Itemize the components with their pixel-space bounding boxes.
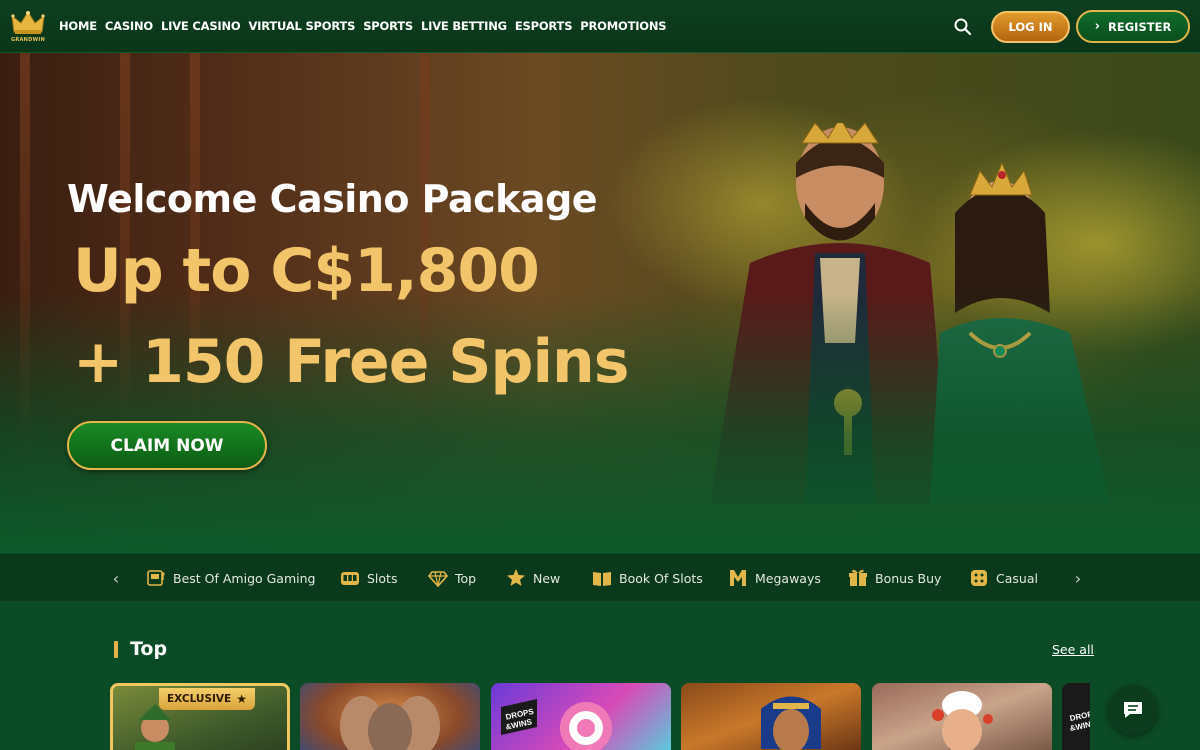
chevron-right-icon: › <box>1094 19 1101 34</box>
nav-item-sports[interactable]: SPORTS <box>363 19 413 33</box>
nav-item-virtual-sports[interactable]: VIRTUAL SPORTS <box>248 19 355 33</box>
slots-icon <box>341 572 359 585</box>
main-nav: HOME CASINO LIVE CASINO VIRTUAL SPORTS S… <box>59 19 674 33</box>
top-header: GRANDWIN HOME CASINO LIVE CASINO VIRTUAL… <box>0 0 1200 53</box>
category-bar: ‹ Best Of Amigo Gaming Slots Top New Boo… <box>0 553 1200 602</box>
nav-item-esports[interactable]: ESPORTS <box>515 19 573 33</box>
category-label: Best Of Amigo Gaming <box>173 570 316 586</box>
logo-text: GRANDWIN <box>10 36 46 43</box>
chevron-right-icon[interactable]: › <box>1069 569 1087 588</box>
category-casual[interactable]: Casual <box>969 567 1038 589</box>
section-accent-bar <box>114 641 118 658</box>
category-slots[interactable]: Slots <box>340 567 397 589</box>
game-tiles-row: EXCLUSIVE ★ DROPS &WINS DROPS &WINS <box>110 683 1090 750</box>
megaways-icon <box>730 570 746 586</box>
dice-icon <box>971 570 987 586</box>
category-bonus-buy[interactable]: Bonus Buy <box>848 567 941 589</box>
game-artwork <box>340 696 440 750</box>
category-top[interactable]: Top <box>428 567 476 589</box>
category-new[interactable]: New <box>506 567 560 589</box>
category-book-of-slots[interactable]: Book Of Slots <box>592 567 703 589</box>
nav-item-live-betting[interactable]: LIVE BETTING <box>421 19 507 33</box>
chat-icon <box>1124 702 1142 718</box>
game-tile[interactable] <box>300 683 480 750</box>
book-icon <box>593 572 611 586</box>
category-label: New <box>533 570 561 586</box>
header-actions: LOG IN › REGISTER <box>953 10 1190 43</box>
crown-icon <box>11 10 45 34</box>
gift-icon <box>849 569 867 586</box>
badge-label: EXCLUSIVE <box>167 693 232 705</box>
game-artwork <box>135 704 175 750</box>
category-label: Megaways <box>755 570 821 586</box>
game-tile[interactable]: DROPS &WINS <box>1062 683 1090 750</box>
category-label: Top <box>455 570 477 586</box>
nav-item-live-casino[interactable]: LIVE CASINO <box>161 19 241 33</box>
category-label: Book Of Slots <box>619 570 703 586</box>
star-icon: ★ <box>236 692 247 706</box>
game-artwork <box>932 691 993 750</box>
slot-machine-icon <box>147 570 165 586</box>
star-icon <box>507 569 525 586</box>
game-artwork <box>560 702 612 750</box>
search-icon[interactable] <box>953 17 973 37</box>
diamond-icon <box>428 571 448 588</box>
see-all-link[interactable]: See all <box>1052 642 1094 657</box>
category-best-of-amigo-gaming[interactable]: Best Of Amigo Gaming <box>146 567 315 589</box>
game-tile[interactable]: EXCLUSIVE ★ <box>110 683 290 750</box>
hero-banner: Welcome Casino Package Up to C$1,800 + 1… <box>0 53 1200 553</box>
register-label: REGISTER <box>1108 19 1172 34</box>
game-tile[interactable] <box>872 683 1052 750</box>
nav-item-promotions[interactable]: PROMOTIONS <box>580 19 666 33</box>
game-tile[interactable]: DROPS &WINS <box>491 683 671 750</box>
category-label: Slots <box>367 570 398 586</box>
section-title: Top <box>130 638 168 660</box>
category-label: Bonus Buy <box>875 570 942 586</box>
drops-and-wins-badge: DROPS &WINS <box>1069 708 1090 733</box>
chevron-left-icon[interactable]: ‹ <box>107 569 125 588</box>
login-button[interactable]: LOG IN <box>991 10 1070 43</box>
hero-free-spins: + 150 Free Spins <box>73 327 629 397</box>
chat-button[interactable] <box>1108 685 1158 735</box>
hero-amount: Up to C$1,800 <box>73 236 540 306</box>
category-megaways[interactable]: Megaways <box>728 567 821 589</box>
nav-item-home[interactable]: HOME <box>59 19 97 33</box>
drops-and-wins-badge: DROPS &WINS <box>501 699 537 735</box>
hero-title: Welcome Casino Package <box>67 177 598 221</box>
claim-now-button[interactable]: CLAIM NOW <box>67 421 267 470</box>
nav-item-casino[interactable]: CASINO <box>105 19 153 33</box>
brand-logo[interactable]: GRANDWIN <box>8 4 48 48</box>
category-label: Casual <box>996 570 1038 586</box>
exclusive-badge: EXCLUSIVE ★ <box>159 688 255 710</box>
register-button[interactable]: › REGISTER <box>1076 10 1190 43</box>
game-artwork <box>761 696 821 750</box>
game-tile[interactable] <box>681 683 861 750</box>
